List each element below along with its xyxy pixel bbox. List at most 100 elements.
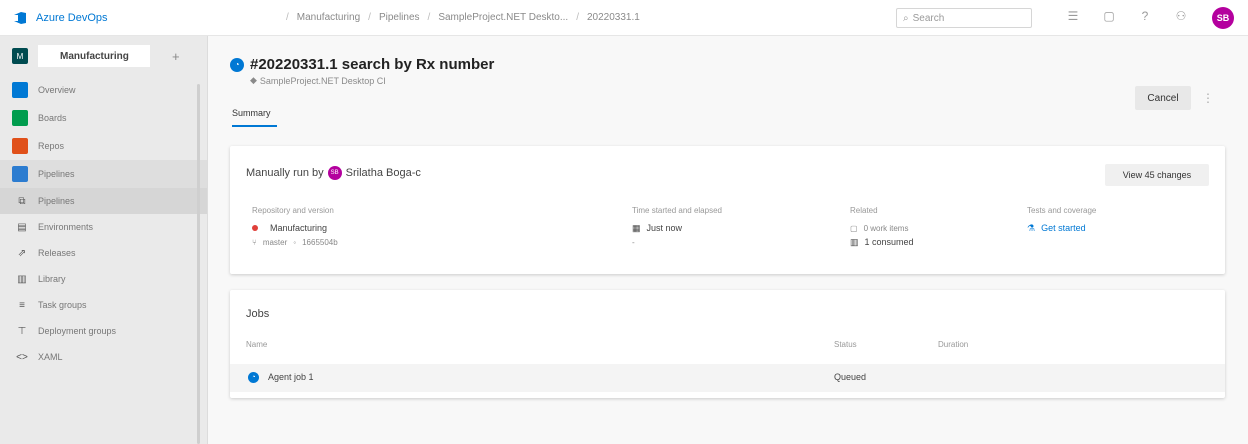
- time-started: Just now: [646, 223, 683, 233]
- time-elapsed: -: [632, 237, 635, 247]
- breadcrumb-item-pipelines[interactable]: Pipelines: [379, 12, 420, 23]
- sidebar-subitem-environments[interactable]: ▤ Environments: [0, 214, 207, 240]
- pipelines-sub-icon: ⧉: [18, 195, 26, 207]
- overview-icon: [12, 82, 28, 98]
- pipeline-link[interactable]: ◆ SampleProject.NET Desktop CI: [250, 75, 494, 86]
- breadcrumb-item-project[interactable]: Manufacturing: [297, 12, 360, 23]
- calendar-icon: ▦: [632, 222, 641, 233]
- work-items-row[interactable]: ▢ 0 work items: [850, 221, 914, 235]
- get-started-link[interactable]: ⚗ Get started: [1027, 221, 1096, 235]
- user-avatar[interactable]: SB: [1212, 7, 1234, 29]
- task-groups-icon: ≡: [19, 299, 25, 311]
- sidebar-subitem-releases[interactable]: ⇗ Releases: [0, 240, 207, 266]
- commit-icon: ◦: [293, 237, 297, 247]
- artifact-icon: ▥: [850, 236, 859, 247]
- brand[interactable]: Azure DevOps: [0, 10, 270, 26]
- jobs-card: Jobs Name Status Duration ◔ Agent job 1 …: [230, 290, 1225, 398]
- sidebar-item-label: Deployment groups: [38, 326, 117, 336]
- sidebar-subitem-deployment-groups[interactable]: ⊤ Deployment groups: [0, 318, 207, 344]
- breadcrumb-item-pipeline[interactable]: SampleProject.NET Deskto...: [438, 12, 568, 23]
- consumed-artifacts: 1 consumed: [864, 237, 914, 247]
- deployment-groups-icon: ⊤: [17, 325, 27, 337]
- environments-icon: ▤: [17, 221, 27, 233]
- column-header-status: Status: [834, 340, 857, 349]
- marketplace-icon[interactable]: ▢: [1102, 9, 1116, 23]
- view-changes-button[interactable]: View 45 changes: [1105, 164, 1209, 186]
- run-summary-card: Manually run by SB Srilatha Boga-c View …: [230, 146, 1225, 274]
- sidebar: M Manufacturing + Overview Boards Repos …: [0, 36, 208, 444]
- project-name: Manufacturing: [38, 45, 150, 67]
- work-item-icon: ▢: [850, 223, 858, 233]
- sidebar-scrollbar[interactable]: [197, 84, 200, 444]
- cancel-button[interactable]: Cancel: [1135, 86, 1191, 110]
- top-bar: Azure DevOps / Manufacturing / Pipelines…: [0, 0, 1248, 36]
- sidebar-subitem-library[interactable]: ▥ Library: [0, 266, 207, 292]
- sidebar-item-overview[interactable]: Overview: [0, 76, 207, 104]
- sidebar-item-boards[interactable]: Boards: [0, 104, 207, 132]
- time-label: Time started and elapsed: [632, 206, 722, 215]
- flask-icon: ⚗: [1027, 222, 1036, 233]
- run-by-user: Srilatha Boga-c: [345, 167, 421, 179]
- sidebar-item-label: Environments: [38, 222, 94, 232]
- search-box[interactable]: ⌕ Search: [896, 8, 1032, 28]
- get-started-label: Get started: [1041, 223, 1086, 233]
- run-by-label: Manually run by: [246, 167, 324, 179]
- repository-label: Repository and version: [252, 206, 334, 215]
- sidebar-item-repos[interactable]: Repos: [0, 132, 207, 160]
- sidebar-subitem-pipelines[interactable]: ⧉ Pipelines: [0, 188, 207, 214]
- brand-name: Azure DevOps: [36, 11, 108, 24]
- project-icon: M: [12, 48, 28, 64]
- commit-id[interactable]: 1665504b: [302, 238, 338, 247]
- jobs-title: Jobs: [246, 308, 270, 320]
- settings-list-icon[interactable]: ☰: [1066, 9, 1080, 23]
- azure-devops-logo-icon: [14, 11, 26, 24]
- related-label: Related: [850, 206, 878, 215]
- sidebar-item-label: Pipelines: [38, 169, 75, 179]
- sidebar-item-pipelines[interactable]: Pipelines: [0, 160, 207, 188]
- releases-icon: ⇗: [17, 247, 27, 259]
- run-status-icon: ◔: [230, 57, 244, 72]
- job-name: Agent job 1: [268, 372, 314, 382]
- user-avatar-small: SB: [327, 166, 342, 180]
- work-items: 0 work items: [863, 223, 909, 233]
- breadcrumb-separator: /: [368, 12, 371, 23]
- add-icon[interactable]: +: [172, 49, 180, 64]
- boards-icon: [12, 110, 28, 126]
- top-icons: ☰ ▢ ? ⚇: [1066, 9, 1188, 23]
- time-started-row: ▦ Just now: [632, 221, 722, 235]
- queued-status-icon: ◔: [248, 372, 259, 383]
- xaml-icon: <>: [16, 351, 28, 363]
- breadcrumb-separator: /: [576, 12, 579, 23]
- page-title: #20220331.1 search by Rx number: [250, 56, 495, 73]
- breadcrumb-separator: /: [427, 12, 431, 23]
- repos-icon: [12, 138, 28, 154]
- more-actions-icon[interactable]: ⋮: [1202, 86, 1214, 110]
- related-column: Related ▢ 0 work items ▥ 1 consumed: [850, 206, 914, 249]
- column-header-duration: Duration: [938, 340, 969, 349]
- sidebar-item-label: Library: [38, 274, 66, 284]
- repo-icon: ◆: [250, 75, 257, 85]
- consumed-row[interactable]: ▥ 1 consumed: [850, 235, 914, 249]
- breadcrumb-item-run[interactable]: 20220331.1: [587, 12, 640, 23]
- sidebar-item-label: Pipelines: [38, 196, 75, 206]
- run-header: ◔ #20220331.1 search by Rx number ◆ Samp…: [230, 56, 494, 86]
- tab-summary[interactable]: Summary: [232, 108, 271, 118]
- sidebar-subitem-xaml[interactable]: <> XAML: [0, 344, 207, 370]
- run-by: Manually run by SB Srilatha Boga-c: [246, 166, 421, 180]
- repository-row[interactable]: Manufacturing: [252, 221, 338, 235]
- pipelines-icon: [12, 166, 28, 182]
- branch-name[interactable]: master: [263, 238, 287, 247]
- sidebar-item-label: Overview: [38, 85, 76, 95]
- search-icon: ⌕: [903, 12, 909, 24]
- sidebar-item-label: Repos: [38, 141, 65, 151]
- repository-column: Repository and version Manufacturing ⑂ m…: [252, 206, 338, 249]
- breadcrumb-separator: /: [286, 12, 289, 23]
- tab-summary-indicator: [232, 125, 277, 127]
- table-row[interactable]: ◔ Agent job 1 Queued: [230, 364, 1225, 392]
- user-settings-icon[interactable]: ⚇: [1174, 9, 1188, 23]
- time-column: Time started and elapsed ▦ Just now -: [632, 206, 722, 249]
- help-icon[interactable]: ?: [1138, 9, 1152, 23]
- sidebar-subitem-task-groups[interactable]: ≡ Task groups: [0, 292, 207, 318]
- pipeline-name: SampleProject.NET Desktop CI: [259, 75, 386, 86]
- project-selector[interactable]: M Manufacturing +: [0, 36, 207, 76]
